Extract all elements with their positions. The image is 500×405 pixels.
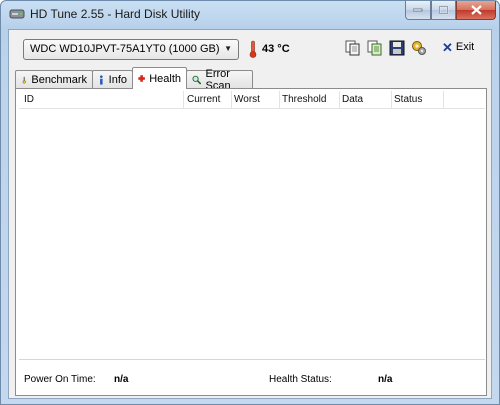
- thermometer-icon: [249, 40, 257, 58]
- chevron-down-icon: ▼: [224, 44, 232, 53]
- save-icon[interactable]: [389, 40, 405, 56]
- app-window: HD Tune 2.55 - Hard Disk Utility WDC WD1…: [0, 0, 500, 405]
- tab-health[interactable]: Health: [132, 67, 187, 89]
- window-title: HD Tune 2.55 - Hard Disk Utility: [30, 7, 201, 21]
- maximize-button[interactable]: [431, 1, 456, 20]
- health-status-value: n/a: [378, 374, 393, 385]
- column-header-id[interactable]: ID: [24, 94, 34, 105]
- exit-button[interactable]: ✕ Exit: [442, 39, 475, 55]
- close-icon: ✕: [442, 39, 453, 55]
- column-header-data[interactable]: Data: [342, 94, 363, 105]
- options-icon[interactable]: [411, 40, 427, 56]
- tab-info-label: Info: [108, 73, 127, 86]
- copy-screenshot-icon[interactable]: [367, 40, 383, 56]
- info-icon: [99, 74, 103, 85]
- title-bar[interactable]: HD Tune 2.55 - Hard Disk Utility: [1, 1, 499, 27]
- minimize-icon: [413, 8, 423, 12]
- health-cross-icon: [138, 75, 145, 82]
- power-on-time-label: Power On Time:: [24, 374, 96, 385]
- column-header-threshold[interactable]: Threshold: [282, 94, 326, 105]
- health-status-label: Health Status:: [269, 374, 332, 385]
- tab-error-scan[interactable]: Error Scan: [186, 68, 253, 92]
- copy-info-icon[interactable]: [345, 40, 361, 56]
- health-table-body[interactable]: [19, 110, 485, 360]
- column-header-status[interactable]: Status: [394, 94, 422, 105]
- drive-select-value: WDC WD10JPVT-75A1YT0 (1000 GB): [30, 43, 220, 55]
- tab-benchmark-label: Benchmark: [31, 73, 87, 86]
- column-header-worst[interactable]: Worst: [234, 94, 260, 105]
- tab-benchmark[interactable]: Benchmark: [15, 70, 93, 88]
- tab-health-label: Health: [149, 72, 181, 85]
- close-icon: [470, 5, 482, 15]
- drive-select[interactable]: WDC WD10JPVT-75A1YT0 (1000 GB) ▼: [23, 39, 239, 60]
- health-table-header: ID Current Worst Threshold Data Status: [19, 91, 485, 109]
- power-on-time-value: n/a: [114, 374, 129, 385]
- exit-label: Exit: [455, 41, 475, 53]
- column-header-current[interactable]: Current: [187, 94, 220, 105]
- minimize-button[interactable]: [405, 1, 431, 20]
- gauge-icon: [22, 76, 26, 83]
- temperature-readout: 43 °C: [262, 43, 290, 55]
- health-panel: ID Current Worst Threshold Data Status P…: [15, 88, 487, 396]
- tab-info[interactable]: Info: [92, 70, 133, 88]
- maximize-icon: [438, 5, 448, 14]
- hard-disk-icon: [9, 9, 25, 19]
- close-window-button[interactable]: [456, 1, 496, 20]
- magnifier-icon: [192, 75, 202, 85]
- client-area: WDC WD10JPVT-75A1YT0 (1000 GB) ▼ 43 °C ✕…: [8, 29, 492, 399]
